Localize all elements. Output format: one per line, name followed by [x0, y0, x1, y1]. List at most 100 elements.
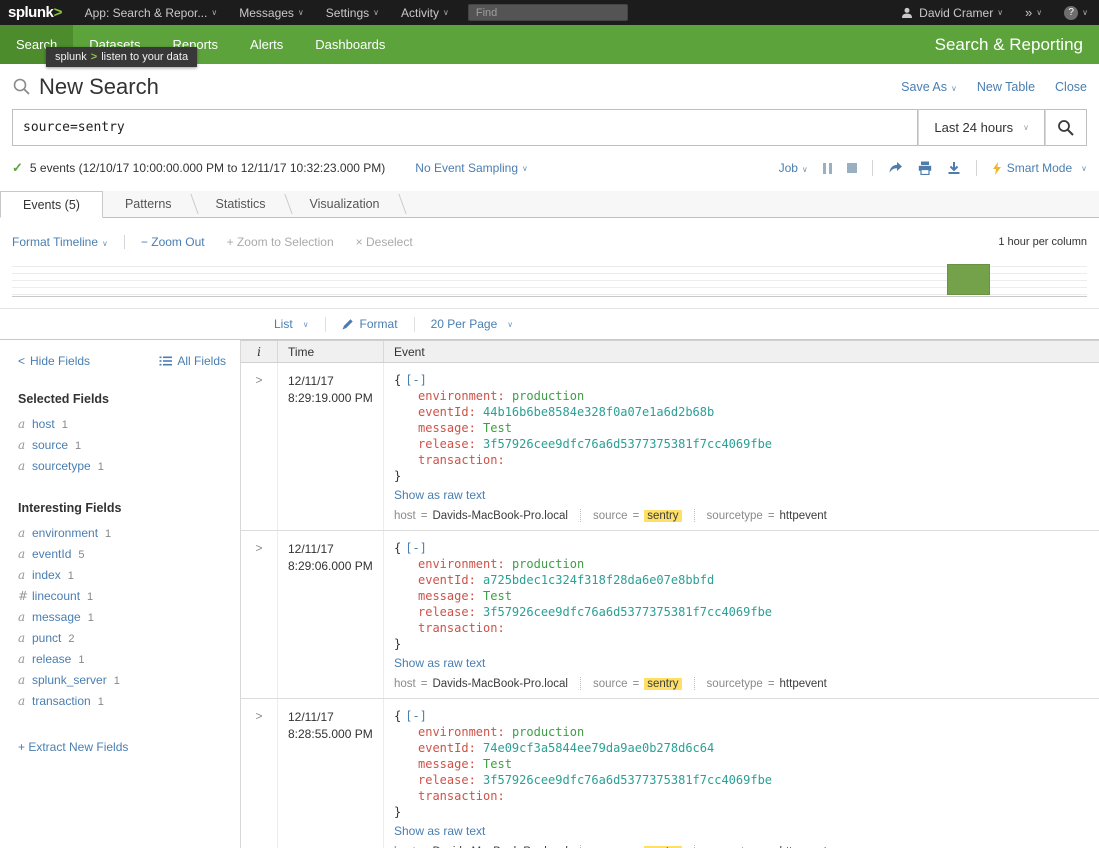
json-key-eventid[interactable]: eventId:	[418, 405, 476, 419]
host-value[interactable]: Davids-MacBook-Pro.local	[432, 678, 568, 690]
search-query-input[interactable]	[12, 109, 918, 146]
tab-statistics[interactable]: Statistics	[194, 191, 288, 217]
host-value[interactable]: Davids-MacBook-Pro.local	[432, 510, 568, 522]
source-value[interactable]: sentry	[644, 510, 681, 522]
events-table-header: i Time Event	[241, 340, 1099, 363]
show-raw-text-link[interactable]: Show as raw text	[394, 656, 485, 670]
nav-tab-alerts[interactable]: Alerts	[234, 25, 299, 64]
share-job-icon[interactable]	[888, 161, 903, 175]
json-value-environment[interactable]: production	[512, 557, 584, 571]
field-item-host[interactable]: ahost1	[18, 414, 226, 435]
json-key-environment[interactable]: environment:	[418, 557, 505, 571]
export-download-icon[interactable]	[947, 161, 961, 175]
tab-events[interactable]: Events (5)	[0, 191, 103, 218]
expand-event-chevron[interactable]: >	[255, 709, 262, 723]
json-key-release[interactable]: release:	[418, 605, 476, 619]
find-input[interactable]	[468, 4, 628, 21]
json-key-transaction[interactable]: transaction:	[418, 453, 505, 467]
field-item-linecount[interactable]: #linecount1	[18, 586, 226, 607]
source-value[interactable]: sentry	[644, 678, 681, 690]
json-collapse-toggle[interactable]: [-]	[405, 373, 427, 387]
user-icon	[901, 7, 913, 19]
field-item-source[interactable]: asource1	[18, 435, 226, 456]
json-key-release[interactable]: release:	[418, 437, 476, 451]
json-value-message[interactable]: Test	[483, 421, 512, 435]
app-menu[interactable]: App: Search & Repor...∨	[74, 0, 229, 25]
user-menu[interactable]: David Cramer ∨	[890, 0, 1014, 25]
zoom-to-selection-button[interactable]: + Zoom to Selection	[227, 235, 334, 249]
tab-patterns[interactable]: Patterns	[103, 191, 194, 217]
json-value-eventid[interactable]: 74e09cf3a5844ee79da9ae0b278d6c64	[483, 741, 714, 755]
per-page-menu[interactable]: 20 Per Page∨	[415, 317, 530, 331]
nav-tab-dashboards[interactable]: Dashboards	[299, 25, 401, 64]
help-menu[interactable]: ?∨	[1053, 0, 1099, 25]
page-title: New Search	[12, 74, 159, 100]
timeline-bar[interactable]	[947, 264, 990, 295]
json-value-eventid[interactable]: 44b16b6be8584e328f0a07e1a6d2b68b	[483, 405, 714, 419]
settings-menu[interactable]: Settings∨	[315, 0, 390, 25]
splunk-logo[interactable]: splunk>	[0, 4, 74, 21]
all-fields-button[interactable]: All Fields	[159, 354, 226, 368]
stop-job-icon[interactable]	[847, 163, 857, 173]
timeline-histogram[interactable]	[12, 260, 1087, 297]
time-range-picker[interactable]: Last 24 hours ∨	[918, 109, 1045, 146]
json-key-environment[interactable]: environment:	[418, 725, 505, 739]
activity-menu[interactable]: Activity∨	[390, 0, 460, 25]
json-value-release[interactable]: 3f57926cee9dfc76a6d5377375381f7cc4069fbe	[483, 773, 772, 787]
field-type-icon: a	[18, 544, 32, 564]
json-value-environment[interactable]: production	[512, 725, 584, 739]
json-key-environment[interactable]: environment:	[418, 389, 505, 403]
show-raw-text-link[interactable]: Show as raw text	[394, 824, 485, 838]
format-timeline-menu[interactable]: Format Timeline∨	[12, 235, 108, 249]
deselect-button[interactable]: × Deselect	[356, 235, 413, 249]
hide-fields-button[interactable]: <Hide Fields	[18, 354, 90, 368]
sourcetype-value[interactable]: httpevent	[780, 678, 827, 690]
search-mode-menu[interactable]: Smart Mode ∨	[992, 161, 1087, 175]
json-value-message[interactable]: Test	[483, 589, 512, 603]
event-sampling-menu[interactable]: No Event Sampling∨	[415, 161, 528, 175]
close-button[interactable]: Close	[1055, 80, 1087, 94]
expand-event-chevron[interactable]: >	[255, 541, 262, 555]
json-key-eventid[interactable]: eventId:	[418, 741, 476, 755]
json-value-eventid[interactable]: a725bdec1c324f318f28da6e07e8bbfd	[483, 573, 714, 587]
json-value-release[interactable]: 3f57926cee9dfc76a6d5377375381f7cc4069fbe	[483, 437, 772, 451]
json-value-message[interactable]: Test	[483, 757, 512, 771]
json-collapse-toggle[interactable]: [-]	[405, 541, 427, 555]
json-value-environment[interactable]: production	[512, 389, 584, 403]
field-item-punct[interactable]: apunct2	[18, 628, 226, 649]
json-key-message[interactable]: message:	[418, 757, 476, 771]
tab-visualization[interactable]: Visualization	[288, 191, 402, 217]
pause-job-icon[interactable]	[823, 163, 832, 174]
zoom-out-button[interactable]: − Zoom Out	[141, 235, 205, 249]
field-item-transaction[interactable]: atransaction1	[18, 691, 226, 712]
print-icon[interactable]	[918, 161, 932, 175]
save-as-button[interactable]: Save As∨	[901, 80, 957, 94]
sourcetype-value[interactable]: httpevent	[780, 510, 827, 522]
field-item-splunk-server[interactable]: asplunk_server1	[18, 670, 226, 691]
field-item-index[interactable]: aindex1	[18, 565, 226, 586]
field-item-release[interactable]: arelease1	[18, 649, 226, 670]
extract-new-fields-link[interactable]: + Extract New Fields	[18, 740, 128, 754]
expand-event-chevron[interactable]: >	[255, 373, 262, 387]
divider	[580, 509, 581, 522]
json-key-message[interactable]: message:	[418, 421, 476, 435]
show-raw-text-link[interactable]: Show as raw text	[394, 488, 485, 502]
messages-menu[interactable]: Messages∨	[228, 0, 315, 25]
job-menu[interactable]: Job∨	[779, 161, 808, 175]
json-key-transaction[interactable]: transaction:	[418, 789, 505, 803]
field-item-message[interactable]: amessage1	[18, 607, 226, 628]
field-item-sourcetype[interactable]: asourcetype1	[18, 456, 226, 477]
json-key-eventid[interactable]: eventId:	[418, 573, 476, 587]
list-view-menu[interactable]: List∨	[258, 317, 325, 331]
field-item-environment[interactable]: aenvironment1	[18, 523, 226, 544]
json-key-transaction[interactable]: transaction:	[418, 621, 505, 635]
format-results-menu[interactable]: Format	[326, 317, 414, 331]
json-key-release[interactable]: release:	[418, 773, 476, 787]
new-table-button[interactable]: New Table	[977, 80, 1035, 94]
field-item-eventid[interactable]: aeventId5	[18, 544, 226, 565]
shortcuts-menu[interactable]: »∨	[1014, 0, 1053, 25]
json-value-release[interactable]: 3f57926cee9dfc76a6d5377375381f7cc4069fbe	[483, 605, 772, 619]
json-key-message[interactable]: message:	[418, 589, 476, 603]
search-submit-button[interactable]	[1045, 109, 1087, 146]
json-collapse-toggle[interactable]: [-]	[405, 709, 427, 723]
